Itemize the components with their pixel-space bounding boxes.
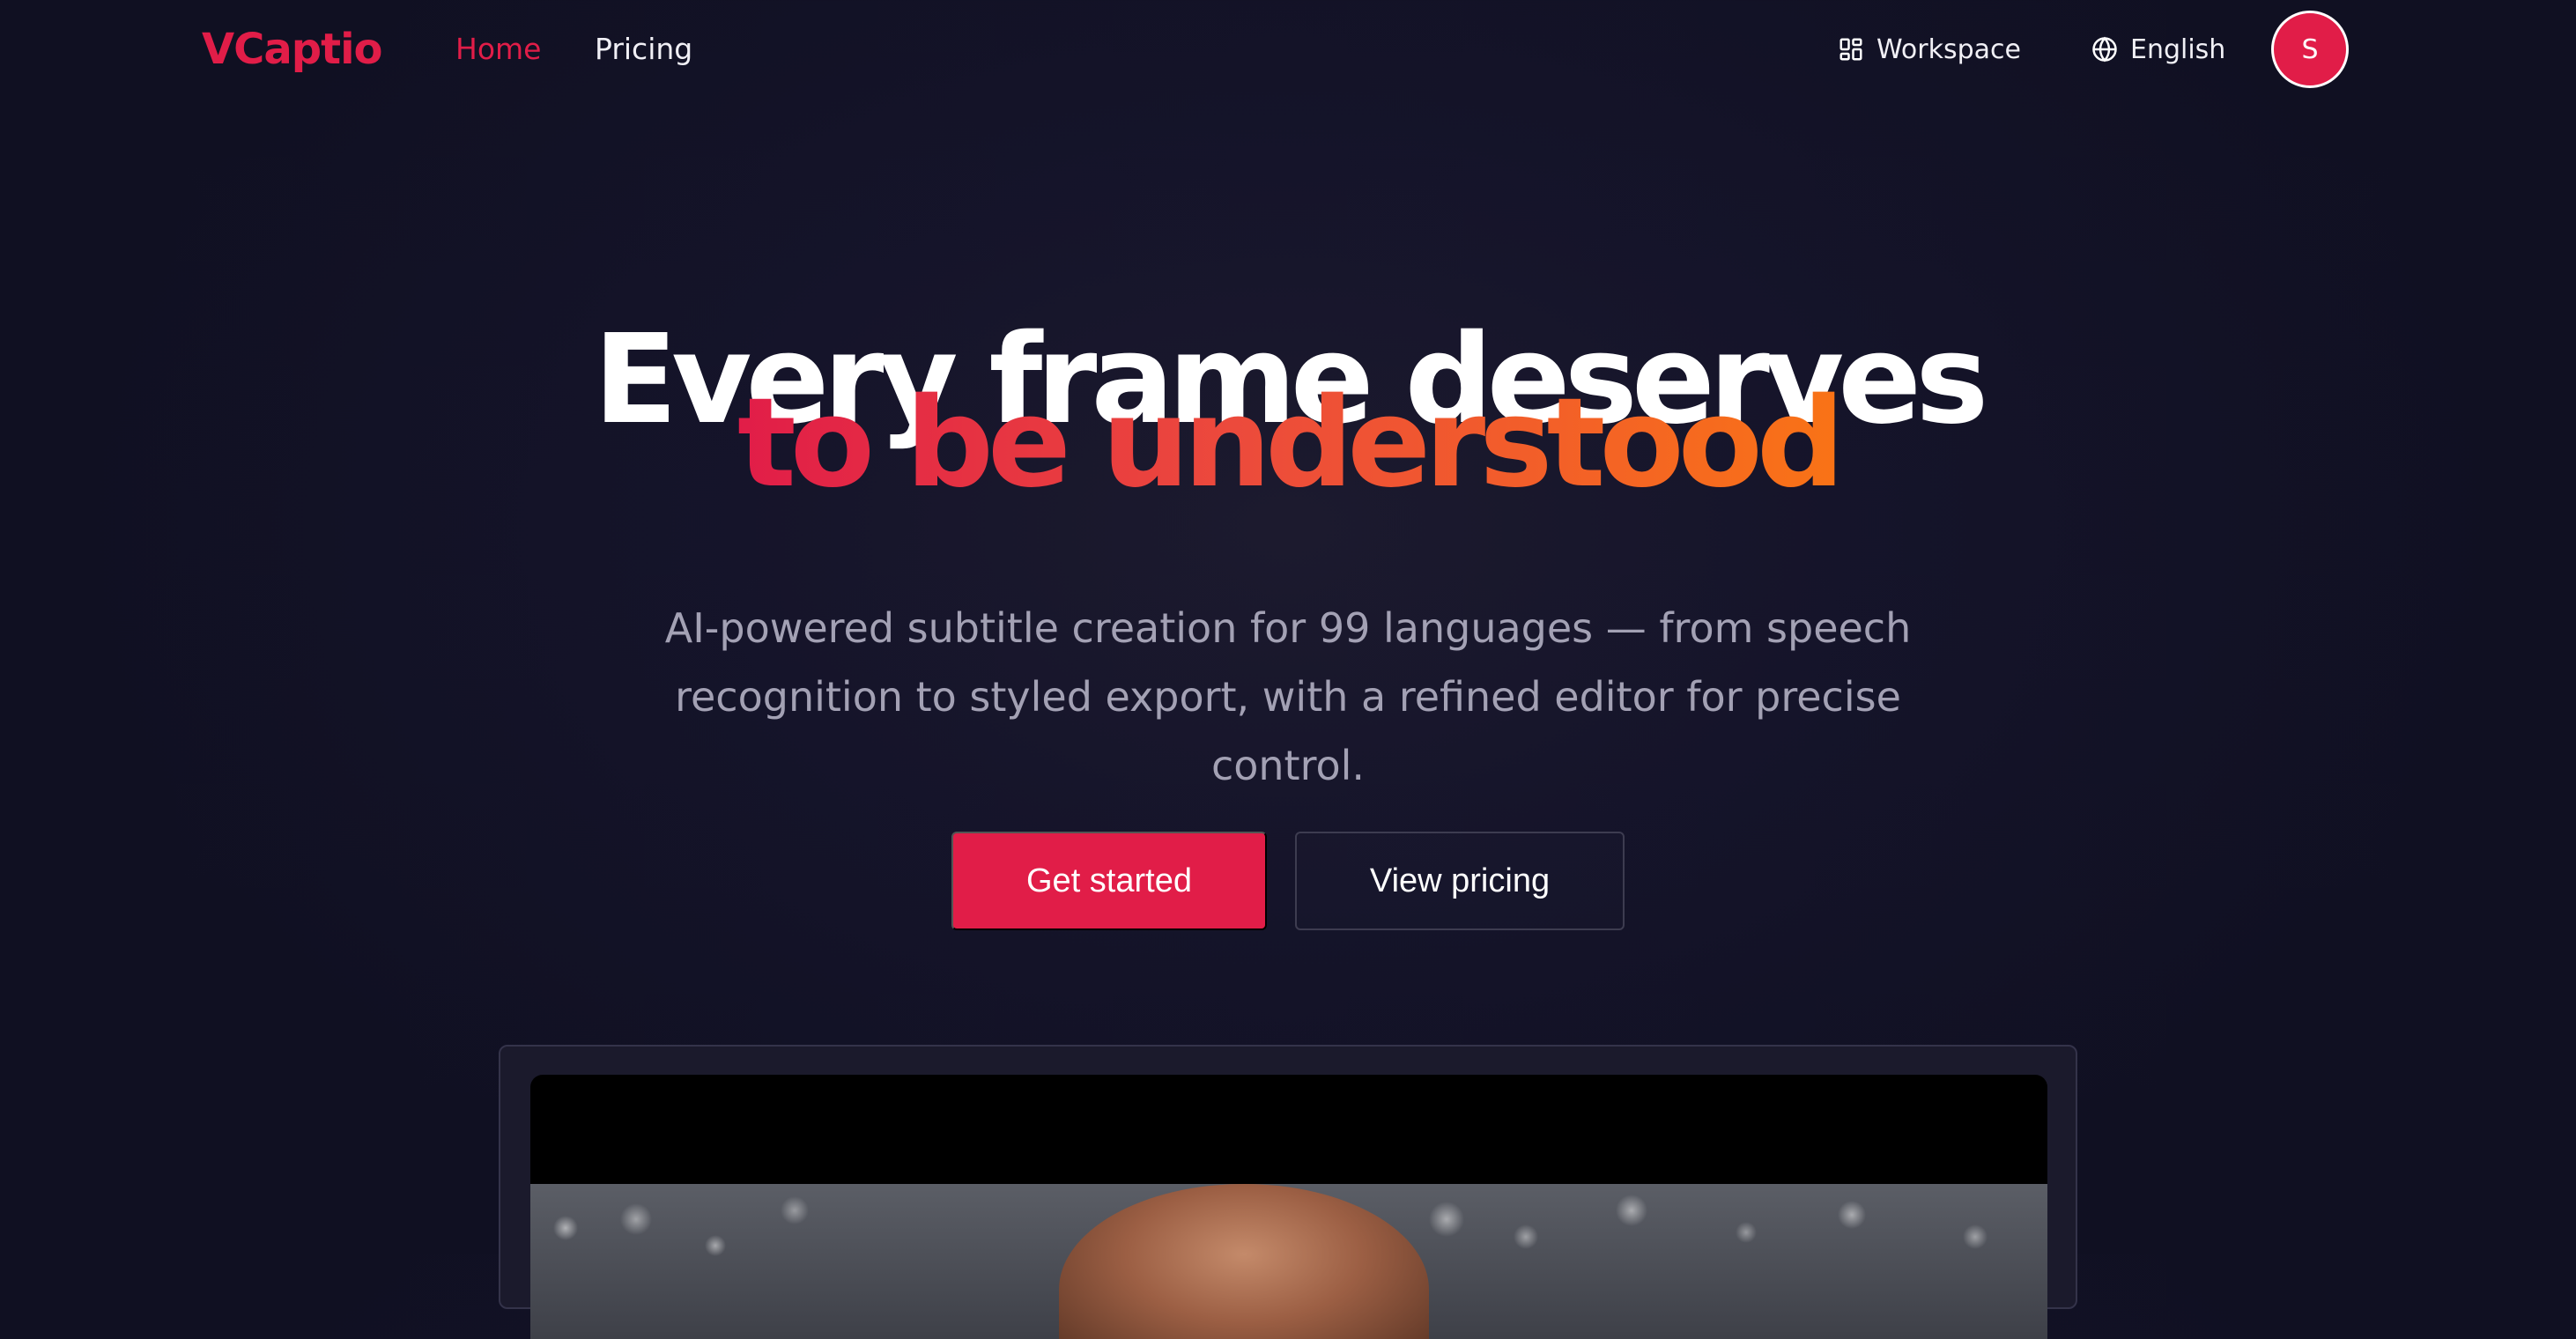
hero-headline-line2: to be understood	[0, 374, 2576, 514]
product-preview-frame	[499, 1045, 2077, 1339]
brand-logo[interactable]: VCaptio	[202, 23, 382, 76]
video-thumbnail	[530, 1184, 2047, 1339]
workspace-button[interactable]: Workspace	[1838, 32, 2021, 67]
hero-headline-gradient-text: to be understood	[737, 372, 1845, 515]
hero-subtitle: AI-powered subtitle creation for 99 lang…	[664, 604, 1912, 789]
language-label: English	[2130, 33, 2226, 65]
preview-screen	[530, 1075, 2047, 1339]
top-navigation: VCaptio Home Pricing Workspace English S	[0, 0, 2576, 99]
user-avatar[interactable]: S	[2271, 11, 2349, 88]
video-subject	[1059, 1184, 1429, 1339]
view-pricing-button[interactable]: View pricing	[1295, 832, 1625, 930]
workspace-label: Workspace	[1876, 33, 2021, 65]
get-started-button[interactable]: Get started	[951, 832, 1267, 930]
grid-icon	[1839, 38, 1862, 61]
nav-link-home[interactable]: Home	[455, 30, 541, 69]
language-selector[interactable]: English	[2091, 32, 2225, 67]
globe-icon	[2092, 36, 2117, 63]
nav-link-pricing[interactable]: Pricing	[595, 30, 692, 69]
